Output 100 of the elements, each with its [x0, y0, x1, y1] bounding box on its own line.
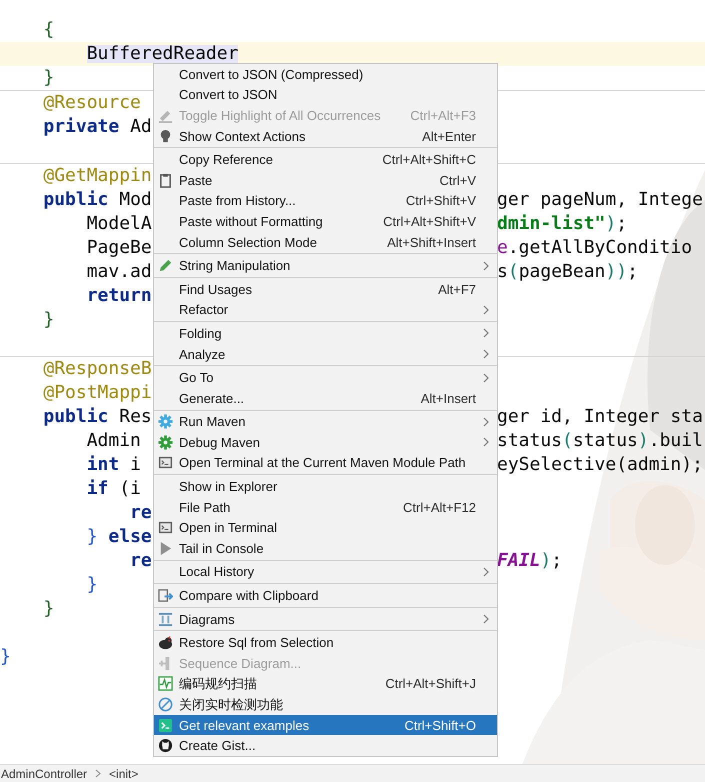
menu-item[interactable]: Debug Maven	[154, 432, 497, 453]
code-text: (	[508, 263, 519, 281]
code-text: }	[43, 600, 54, 618]
shortcut-label: Ctrl+Alt+Shift+V	[383, 214, 476, 229]
menu-item[interactable]: Folding	[154, 323, 497, 344]
menu-item[interactable]: Copy Reference Ctrl+Alt+Shift+C	[154, 149, 497, 170]
code-text: status	[572, 432, 638, 450]
code-text: @GetMappin	[43, 167, 152, 185]
menu-item[interactable]: 编码规约扫描 Ctrl+Alt+Shift+J	[154, 674, 497, 694]
code-text: .getAllByConditio	[508, 239, 692, 257]
menu-item[interactable]: Open in Terminal	[154, 517, 497, 538]
terminal-icon	[158, 455, 173, 470]
shortcut-label: Ctrl+V	[440, 172, 476, 188]
code-text: Mod	[119, 191, 152, 209]
menu-item[interactable]: Open Terminal at the Current Maven Module Path	[154, 452, 497, 474]
code-text: int	[86, 456, 120, 474]
code-text: )	[605, 215, 616, 233]
code-text: ;	[627, 263, 638, 281]
shortcut-label: Ctrl+Alt+Shift+J	[385, 676, 476, 692]
code-text: mav.ad	[86, 263, 152, 281]
menu-item[interactable]: Convert to JSON (Compressed)	[154, 64, 497, 85]
code-text: }	[86, 528, 98, 546]
shortcut-label: Alt+F7	[438, 282, 476, 297]
code-text: (	[562, 432, 573, 450]
code-text: ;	[616, 215, 628, 233]
menu-item[interactable]: Local History	[154, 562, 497, 582]
code-text: ModelA	[86, 215, 152, 233]
shortcut-label: Alt+Enter	[422, 128, 476, 144]
code-text: {	[43, 21, 54, 39]
code-text: pageBean	[518, 263, 606, 281]
shortcut-label: Ctrl+Alt+Shift+C	[382, 152, 476, 168]
menu-item[interactable]: Paste without Formatting Ctrl+Alt+Shift+V	[154, 211, 497, 232]
menu-item[interactable]: Get relevant examples Ctrl+Shift+O	[154, 714, 497, 736]
shortcut-label: Ctrl+Shift+V	[406, 193, 476, 208]
code-text: Ad	[130, 118, 152, 136]
code-text: }	[43, 69, 54, 87]
highlighted-word: BufferedReader	[86, 45, 238, 63]
code-text: }	[86, 576, 98, 594]
code-text: }	[0, 648, 11, 666]
menu-item[interactable]: Tail in Console	[154, 538, 497, 559]
menu-item[interactable]: Paste from History... Ctrl+Shift+V	[154, 190, 497, 212]
code-text: else	[108, 528, 152, 546]
code-text: @Resource	[43, 94, 141, 112]
code-text: PageBe	[86, 239, 152, 257]
code-text: dmin-list"	[497, 215, 606, 233]
menu-item[interactable]: Show in Explorer	[154, 476, 497, 497]
diagram-icon	[158, 612, 173, 627]
breadcrumb-item[interactable]: AdminController	[1, 766, 88, 780]
menu-item[interactable]: File Path Ctrl+Alt+F12	[154, 496, 497, 518]
no-entry-icon	[158, 697, 173, 712]
menu-item[interactable]: Show Context Actions Alt+Enter	[154, 126, 497, 146]
code-text: e	[497, 239, 508, 257]
menu-item[interactable]: Restore Sql from Selection	[154, 632, 497, 654]
github-icon	[158, 738, 173, 754]
menu-item[interactable]: 关闭实时检测功能	[154, 694, 497, 715]
code-text: public	[43, 408, 108, 426]
code-text: eySelective(admin);	[497, 456, 703, 474]
waveform-icon	[158, 676, 173, 692]
shortcut-label: Ctrl+Alt+F3	[410, 108, 476, 123]
menu-item[interactable]: String Manipulation	[154, 255, 497, 276]
menu-item[interactable]: Diagrams	[154, 608, 497, 630]
code-text: status	[497, 432, 562, 450]
code-text: re	[130, 552, 152, 570]
clipboard-arrow-icon	[158, 588, 173, 604]
shortcut-label: Alt+Shift+Insert	[387, 234, 476, 250]
shortcut-label: Alt+Insert	[420, 390, 476, 406]
code-text: }	[43, 311, 54, 329]
code-text: private	[43, 118, 120, 136]
code-text: return	[86, 287, 152, 305]
menu-item[interactable]: Paste Ctrl+V	[154, 170, 497, 191]
menu-item[interactable]: Compare with Clipboard	[154, 585, 497, 606]
code-text: ))	[605, 263, 628, 281]
code-text: .buil	[648, 432, 703, 450]
menu-item[interactable]: Analyze	[154, 344, 497, 364]
terminal-icon	[158, 520, 173, 536]
code-text: public	[43, 191, 108, 209]
menu-item[interactable]: Column Selection Mode Alt+Shift+Insert	[154, 232, 497, 252]
code-text: ger id, Integer sta	[497, 408, 703, 426]
play-icon	[158, 540, 173, 556]
code-text: FAIL	[497, 552, 540, 570]
code-text: ger pageNum, Intege	[497, 191, 703, 209]
code-text: )	[638, 432, 649, 450]
menu-item[interactable]: Create Gist...	[154, 735, 497, 756]
chevron-icon	[95, 769, 102, 778]
prompt-icon	[158, 718, 173, 733]
breadcrumb-item[interactable]: <init>	[109, 766, 138, 780]
lightbulb-icon	[158, 128, 173, 144]
bird-icon	[158, 635, 173, 650]
gear-icon	[158, 434, 173, 450]
shortcut-label: Ctrl+Shift+O	[404, 718, 476, 733]
code-text: Admin	[86, 432, 141, 450]
menu-item[interactable]: Generate... Alt+Insert	[154, 388, 497, 408]
code-text: @PostMappi	[43, 384, 152, 402]
menu-item[interactable]: Run Maven	[154, 412, 497, 432]
menu-item[interactable]: Refactor	[154, 300, 497, 320]
menu-item[interactable]: Find Usages Alt+F7	[154, 278, 497, 300]
menu-item[interactable]: Convert to JSON	[154, 84, 497, 106]
code-text: re	[130, 504, 152, 522]
menu-item[interactable]: Go To	[154, 367, 497, 388]
code-text: s	[497, 263, 508, 281]
